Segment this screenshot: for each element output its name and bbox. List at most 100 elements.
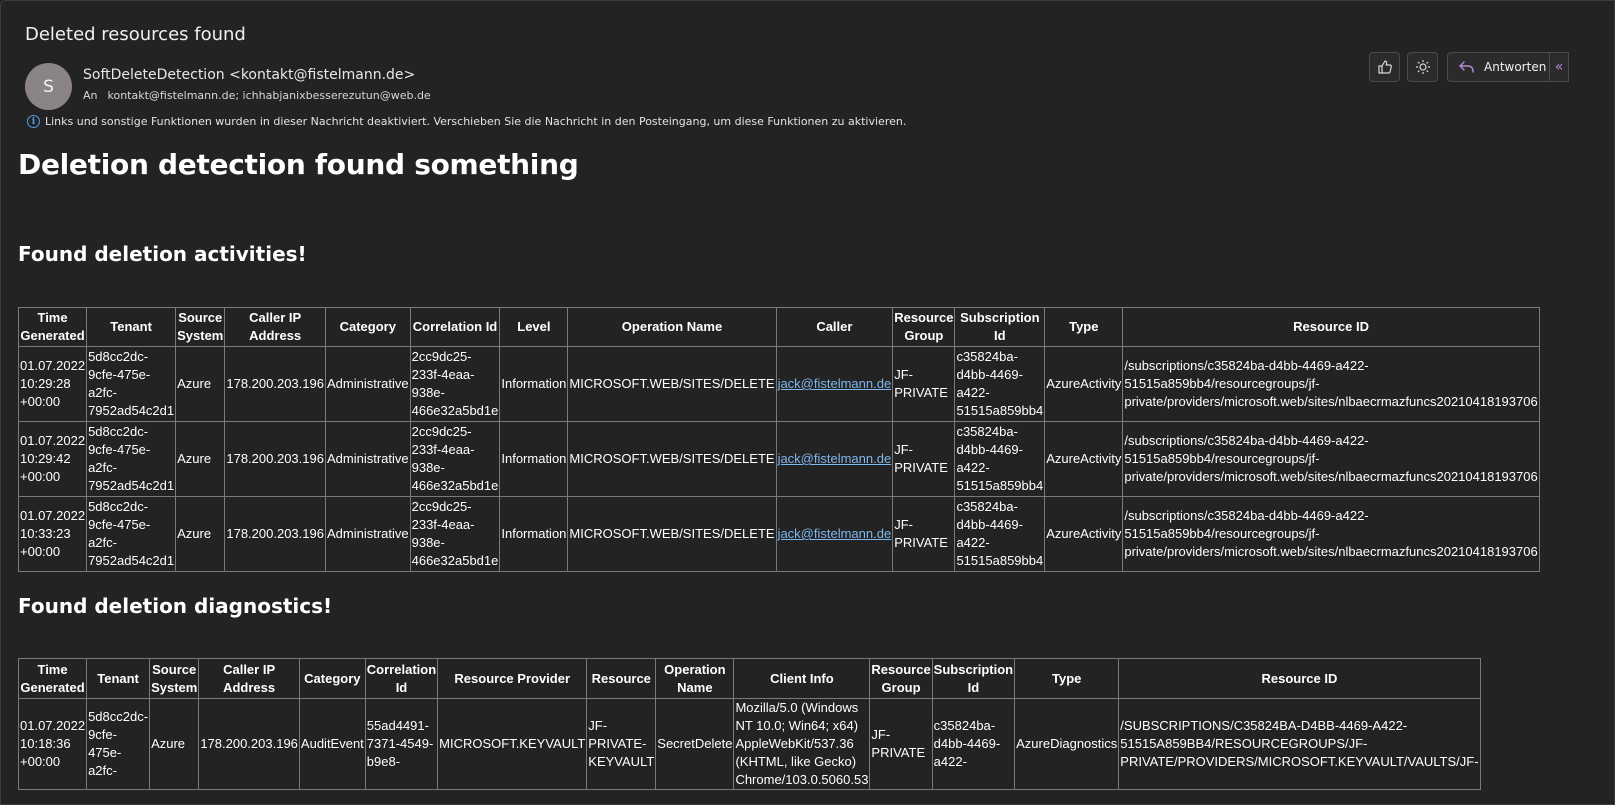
column-header: Time Generated (17, 307, 88, 347)
caller-email-link[interactable]: jack@fistelmann.de (778, 526, 892, 541)
to-label: An (83, 89, 98, 102)
thumbs-up-icon (1377, 60, 1392, 74)
reply-label: Antworten (1484, 60, 1547, 74)
cell-source-system: Azure (175, 421, 226, 497)
cell-caller: jack@fistelmann.de (775, 421, 894, 497)
column-header: Caller IP Address (198, 658, 300, 699)
info-notice: i Links und sonstige Funktionen wurden in… (27, 115, 906, 128)
recipients-line: An kontakt@fistelmann.de; ichhabjanixbess… (83, 89, 431, 102)
table-row: 01.07.2022 10:29:28 +00:00 5d8cc2dc- 9cf… (17, 346, 1540, 422)
cell-operation-name: MICROSOFT.WEB/SITES/DELETE (567, 496, 777, 572)
cell-level: Information (499, 346, 569, 422)
cell-source-system: Azure (175, 496, 226, 572)
activities-table: Time Generated Tenant Source System Call… (17, 307, 1540, 572)
cell-tenant: 5d8cc2dc- 9cfe-475e- a2fc- 7952ad54c2d1 (86, 346, 177, 422)
theme-toggle-button[interactable] (1407, 52, 1438, 82)
column-header: Time Generated (17, 658, 88, 699)
cell-time: 01.07.2022 10:33:23 +00:00 (17, 496, 88, 572)
column-header: Source System (149, 658, 200, 699)
cell-operation-name: MICROSOFT.WEB/SITES/DELETE (567, 346, 777, 422)
reply-button[interactable]: Antworten (1447, 52, 1549, 82)
cell-caller: jack@fistelmann.de (775, 496, 894, 572)
cell-subscription-id: c35824ba- d4bb-4469- a422- (931, 698, 1016, 790)
column-header: Subscription Id (954, 307, 1046, 347)
cell-resource-group: JF- PRIVATE (892, 496, 956, 572)
column-header: Tenant (86, 658, 151, 699)
cell-correlation-id: 55ad4491- 7371-4549- b9e8- (364, 698, 439, 790)
table-row: 01.07.2022 10:29:42 +00:00 5d8cc2dc- 9cf… (17, 421, 1540, 497)
cell-caller: jack@fistelmann.de (775, 346, 894, 422)
sender-avatar[interactable]: S (25, 63, 72, 110)
column-header: Caller (775, 307, 894, 347)
cell-category: Administrative (324, 346, 411, 422)
cell-category: Administrative (324, 421, 411, 497)
sender-name[interactable]: SoftDeleteDetection <kontakt@fistelmann.… (83, 67, 415, 83)
cell-time: 01.07.2022 10:18:36 +00:00 (17, 698, 88, 790)
table-header-row: Time Generated Tenant Source System Call… (17, 658, 1481, 699)
column-header: Resource ID (1118, 658, 1481, 699)
column-header: Resource Group (869, 658, 933, 699)
cell-level: Information (499, 496, 569, 572)
reply-all-icon: « (1554, 59, 1564, 75)
cell-level: Information (499, 421, 569, 497)
cell-tenant: 5d8cc2dc- 9cfe-475e- a2fc- (86, 698, 151, 790)
cell-source-system: Azure (175, 346, 226, 422)
column-header: Type (1044, 307, 1124, 347)
cell-tenant: 5d8cc2dc- 9cfe-475e- a2fc- 7952ad54c2d1 (86, 421, 177, 497)
cell-resource-id: /SUBSCRIPTIONS/C35824BA-D4BB-4469-A422- … (1118, 698, 1481, 790)
sun-icon (1415, 60, 1430, 74)
caller-email-link[interactable]: jack@fistelmann.de (778, 451, 892, 466)
cell-caller-ip: 178.200.203.196 (198, 698, 300, 790)
cell-category: Administrative (324, 496, 411, 572)
cell-subscription-id: c35824ba- d4bb-4469- a422- 51515a859bb4 (954, 421, 1046, 497)
cell-resource-group: JF- PRIVATE (869, 698, 933, 790)
table-row: 01.07.2022 10:18:36 +00:00 5d8cc2dc- 9cf… (17, 698, 1481, 790)
column-header: Level (499, 307, 569, 347)
cell-subscription-id: c35824ba- d4bb-4469- a422- 51515a859bb4 (954, 496, 1046, 572)
cell-type: AzureActivity (1044, 346, 1124, 422)
recipients[interactable]: kontakt@fistelmann.de; ichhabjanixbesser… (108, 89, 431, 102)
cell-time: 01.07.2022 10:29:42 +00:00 (17, 421, 88, 497)
table-row: 01.07.2022 10:33:23 +00:00 5d8cc2dc- 9cf… (17, 496, 1540, 572)
column-header: Correlation Id (409, 307, 501, 347)
column-header: Category (324, 307, 411, 347)
cell-type: AzureDiagnostics (1014, 698, 1120, 790)
cell-correlation-id: 2cc9dc25- 233f-4eaa- 938e- 466e32a5bd1e (409, 346, 501, 422)
cell-caller-ip: 178.200.203.196 (224, 496, 326, 572)
cell-source-system: Azure (149, 698, 200, 790)
cell-resource-group: JF- PRIVATE (892, 421, 956, 497)
cell-resource: JF- PRIVATE- KEYVAULT (586, 698, 657, 790)
cell-client-info: Mozilla/5.0 (Windows NT 10.0; Win64; x64… (733, 698, 871, 790)
like-button[interactable] (1369, 52, 1400, 82)
column-header: Caller IP Address (224, 307, 326, 347)
diagnostics-table: Time Generated Tenant Source System Call… (17, 658, 1481, 790)
info-notice-text: Links und sonstige Funktionen wurden in … (45, 115, 907, 128)
caller-email-link[interactable]: jack@fistelmann.de (778, 376, 892, 391)
cell-time: 01.07.2022 10:29:28 +00:00 (17, 346, 88, 422)
reply-icon (1459, 61, 1474, 73)
message-heading: Deletion detection found something (18, 148, 579, 181)
cell-caller-ip: 178.200.203.196 (224, 346, 326, 422)
cell-type: AzureActivity (1044, 496, 1124, 572)
cell-resource-provider: MICROSOFT.KEYVAULT (437, 698, 588, 790)
table-header-row: Time Generated Tenant Source System Call… (17, 307, 1540, 347)
column-header: Resource ID (1122, 307, 1540, 347)
column-header: Operation Name (655, 658, 735, 699)
cell-resource-id: /subscriptions/c35824ba-d4bb-4469-a422- … (1122, 346, 1540, 422)
column-header: Client Info (733, 658, 871, 699)
cell-category: AuditEvent (298, 698, 366, 790)
cell-operation-name: SecretDelete (655, 698, 735, 790)
column-header: Source System (175, 307, 226, 347)
cell-correlation-id: 2cc9dc25- 233f-4eaa- 938e- 466e32a5bd1e (409, 496, 501, 572)
reply-all-button[interactable]: « (1549, 52, 1569, 82)
column-header: Resource Provider (437, 658, 588, 699)
column-header: Type (1014, 658, 1120, 699)
column-header: Correlation Id (364, 658, 439, 699)
email-subject: Deleted resources found (25, 24, 246, 45)
column-header: Category (298, 658, 366, 699)
cell-subscription-id: c35824ba- d4bb-4469- a422- 51515a859bb4 (954, 346, 1046, 422)
diagnostics-heading: Found deletion diagnostics! (18, 594, 333, 618)
cell-resource-group: JF- PRIVATE (892, 346, 956, 422)
cell-tenant: 5d8cc2dc- 9cfe-475e- a2fc- 7952ad54c2d1 (86, 496, 177, 572)
cell-correlation-id: 2cc9dc25- 233f-4eaa- 938e- 466e32a5bd1e (409, 421, 501, 497)
